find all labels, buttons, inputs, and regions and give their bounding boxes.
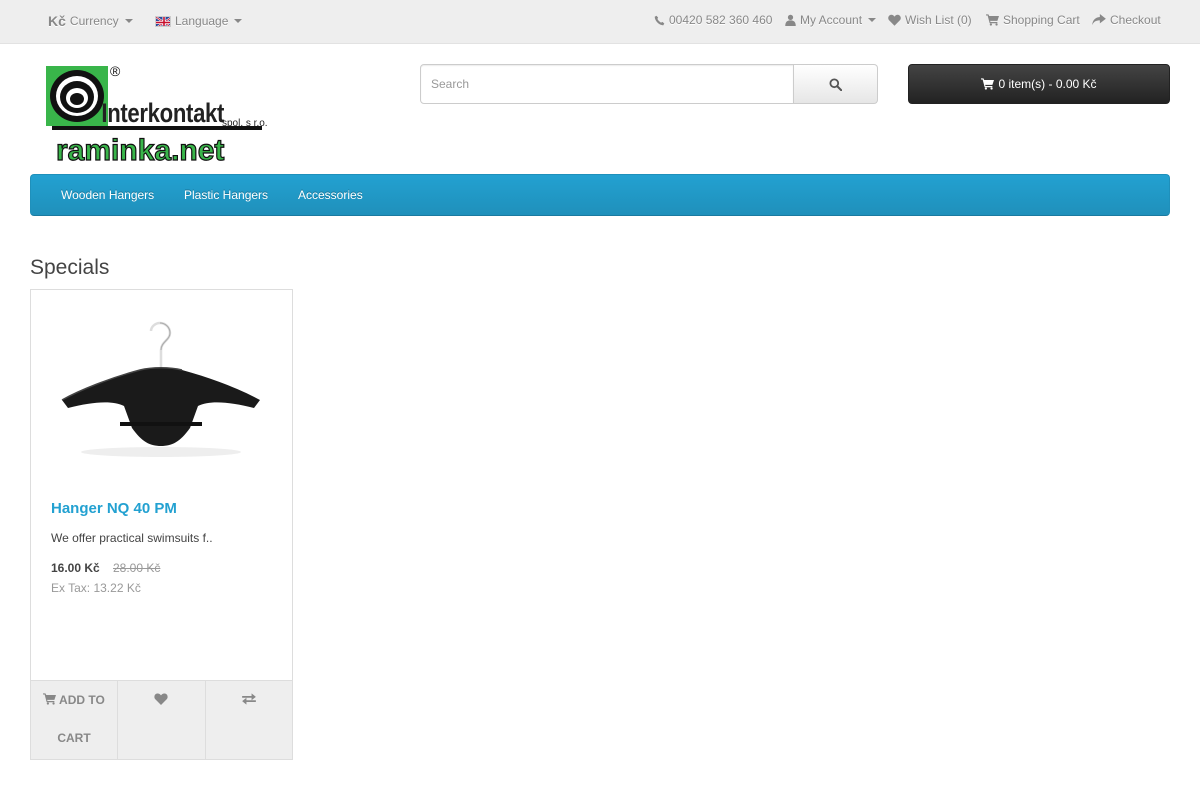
logo-company: Interkontakt — [101, 99, 224, 129]
main-menu: Wooden Hangers Plastic Hangers Accessori… — [30, 174, 1170, 216]
currency-symbol: Kč — [48, 13, 66, 29]
language-dropdown[interactable]: Language — [155, 14, 243, 28]
shopping-cart-icon — [986, 14, 999, 26]
my-account-dropdown[interactable]: My Account — [785, 13, 877, 27]
currency-label: Currency — [69, 14, 119, 28]
wishlist-label: Wish List (0) — [905, 13, 972, 27]
product-image[interactable] — [60, 320, 262, 460]
phone-icon — [654, 15, 665, 25]
product-button-group: Add to Cart — [31, 680, 292, 759]
caret-down-icon — [124, 19, 133, 23]
menu-item-accessories[interactable]: Accessories — [298, 188, 363, 202]
add-to-cart-label: Add to Cart — [57, 693, 105, 745]
checkout-link[interactable]: Checkout — [1092, 13, 1161, 27]
caret-down-icon — [234, 19, 243, 23]
search-icon — [829, 77, 842, 91]
shopping-cart-icon — [981, 78, 995, 90]
checkout-label: Checkout — [1110, 13, 1161, 27]
compare-button[interactable] — [206, 681, 293, 759]
uk-flag-icon — [155, 15, 171, 27]
logo-image: ® Interkontakt spol. s r.o. raminka.net — [46, 63, 268, 168]
language-label: Language — [175, 14, 229, 28]
section-title: Specials — [30, 256, 110, 279]
menu-item-plastic-hangers[interactable]: Plastic Hangers — [184, 188, 268, 202]
wishlist-link[interactable]: Wish List (0) — [888, 13, 972, 27]
cart-button[interactable]: 0 item(s) - 0.00 Kč — [908, 64, 1170, 104]
add-to-cart-button[interactable]: Add to Cart — [31, 681, 118, 759]
logo-domain: raminka.net — [56, 134, 224, 164]
share-icon — [1092, 14, 1106, 26]
shopping-cart-label: Shopping Cart — [1003, 13, 1080, 27]
product-description: We offer practical swimsuits f.. — [51, 531, 213, 545]
user-icon — [785, 14, 796, 26]
my-account-label: My Account — [800, 13, 863, 27]
product-name[interactable]: Hanger NQ 40 PM — [51, 500, 177, 517]
phone-link[interactable]: 00420 582 360 460 — [654, 13, 772, 27]
product-card: Hanger NQ 40 PM We offer practical swims… — [30, 289, 293, 760]
heart-icon — [154, 693, 168, 705]
shopping-cart-icon — [43, 693, 57, 705]
top-bar: Kč Currency Language 00420 582 360 460 M… — [0, 0, 1200, 44]
site-logo[interactable]: ® Interkontakt spol. s r.o. raminka.net — [44, 63, 272, 168]
currency-dropdown[interactable]: Kč Currency — [48, 13, 133, 29]
phone-number: 00420 582 360 460 — [669, 13, 773, 27]
cart-total: 0 item(s) - 0.00 Kč — [998, 77, 1097, 91]
logo-registered: ® — [110, 64, 121, 79]
exchange-icon — [241, 693, 256, 705]
add-to-wishlist-button[interactable] — [118, 681, 206, 759]
caret-down-icon — [868, 18, 877, 22]
menu-item-wooden-hangers[interactable]: Wooden Hangers — [61, 188, 154, 202]
price-new: 16.00 Kč — [51, 561, 100, 575]
search-group — [420, 64, 878, 104]
price-old: 28.00 Kč — [113, 561, 161, 575]
heart-icon — [888, 14, 901, 26]
search-button[interactable] — [794, 64, 878, 104]
shopping-cart-link[interactable]: Shopping Cart — [986, 13, 1080, 27]
search-input[interactable] — [420, 64, 794, 104]
price-ex-tax: Ex Tax: 13.22 Kč — [51, 581, 141, 595]
